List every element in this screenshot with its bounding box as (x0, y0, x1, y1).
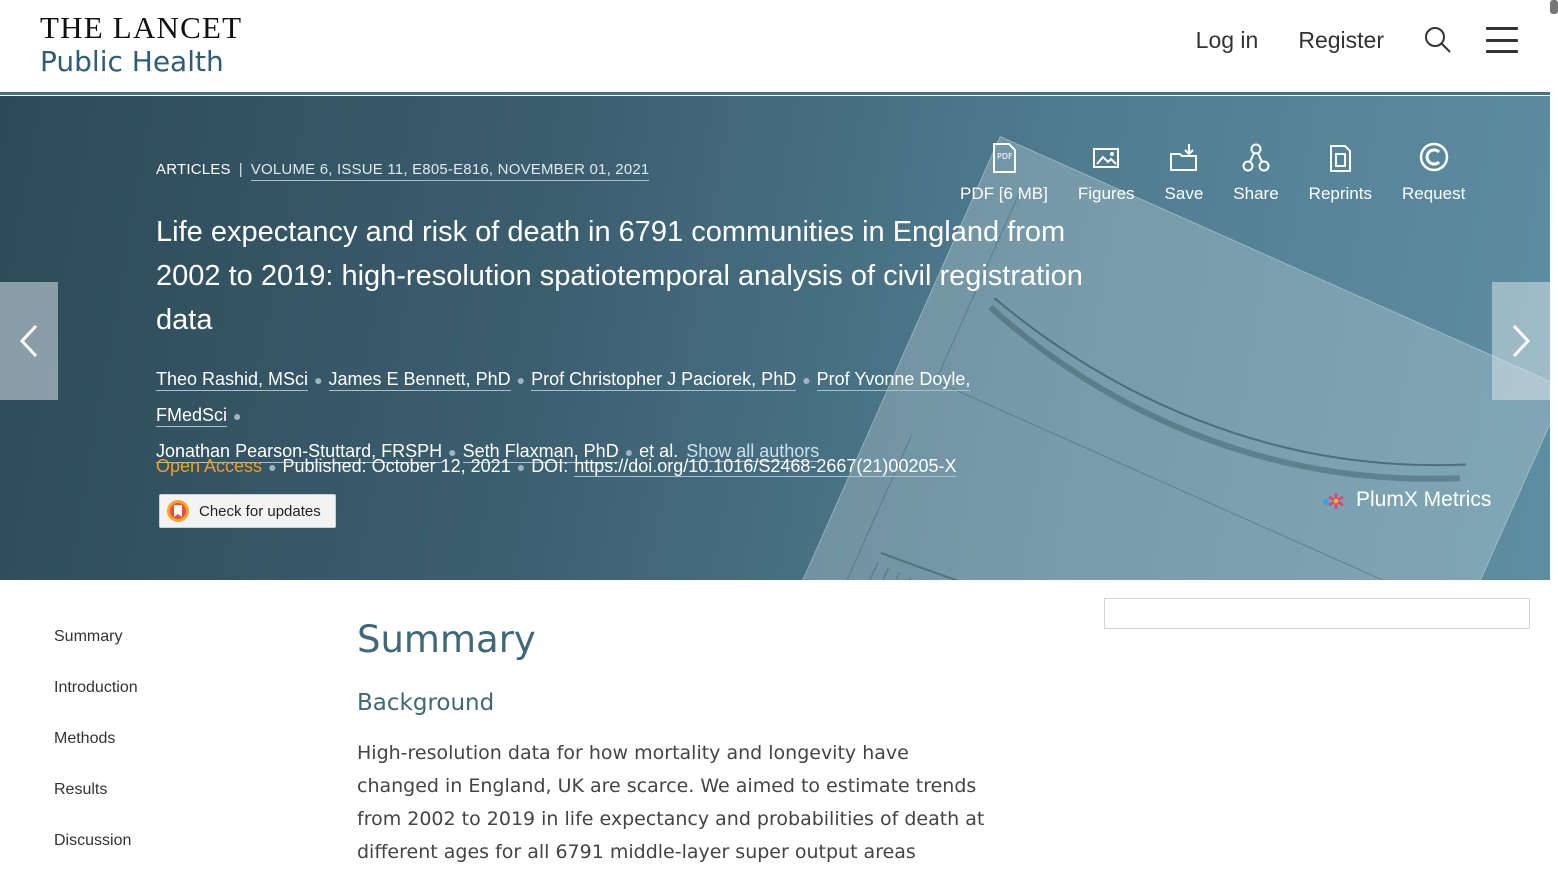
plumx-icon (1323, 493, 1344, 509)
chevron-right-icon (1512, 324, 1531, 358)
meta-separator: | (238, 161, 243, 178)
toc-item-discussion[interactable]: Discussion (54, 832, 138, 872)
publication-info: Open Access ● Published: October 12, 2021 ●… (156, 456, 957, 477)
author-separator: ● (802, 372, 811, 388)
check-for-updates-button[interactable]: Check for updates (159, 494, 336, 528)
reprints-button[interactable]: Reprints (1309, 142, 1372, 204)
toc-item-methods[interactable]: Methods (54, 730, 138, 781)
toc-item-summary[interactable]: Summary (54, 628, 138, 679)
header-nav: Log in Register (1196, 26, 1518, 54)
plumx-label: PlumX Metrics (1356, 488, 1492, 511)
author-separator: ● (516, 372, 526, 388)
svg-text:PDF: PDF (997, 152, 1013, 161)
author-link[interactable]: Prof Christopher J Paciorek, PhD (531, 369, 797, 391)
article-content: Summary Background High-resolution data … (357, 614, 997, 872)
save-button[interactable]: Save (1164, 142, 1204, 204)
search-icon[interactable] (1424, 26, 1452, 54)
section-nav: Summary Introduction Methods Results Dis… (54, 628, 138, 872)
header-divider (0, 92, 1550, 95)
author-link[interactable]: James E Bennett, PhD (328, 369, 511, 391)
toc-item-results[interactable]: Results (54, 781, 138, 832)
open-access-label[interactable]: Open Access (156, 456, 262, 476)
register-link[interactable]: Register (1298, 27, 1384, 54)
article-type: ARTICLES (156, 161, 231, 178)
article-tools: PDF PDF [6 MB] Figures Save Share Reprin… (960, 142, 1465, 204)
author-separator: ● (233, 408, 242, 424)
doi-link[interactable]: https://doi.org/10.1016/S2468-2667(21)00… (574, 456, 957, 477)
pdf-label: PDF [6 MB] (960, 184, 1048, 203)
article-title: Life expectancy and risk of death in 679… (156, 216, 1083, 336)
author-separator: ● (314, 372, 323, 388)
share-icon (1242, 143, 1270, 172)
image-icon (1093, 148, 1120, 168)
login-link[interactable]: Log in (1196, 27, 1259, 54)
copyright-icon (1419, 142, 1448, 172)
volume-link[interactable]: VOLUME 6, ISSUE 11, E805-E816, NOVEMBER … (250, 161, 650, 181)
pdf-button[interactable]: PDF PDF [6 MB] (960, 142, 1048, 204)
figures-button[interactable]: Figures (1078, 142, 1135, 204)
chevron-left-icon (19, 324, 38, 358)
logo-subtitle: Public Health (40, 45, 224, 78)
share-label: Share (1233, 184, 1279, 203)
author-link[interactable]: Theo Rashid, MSci (156, 369, 309, 391)
hamburger-menu-icon[interactable] (1486, 27, 1518, 53)
crossmark-icon (166, 499, 190, 523)
toc-item-introduction[interactable]: Introduction (54, 679, 138, 730)
sidebar-ad-slot (1104, 598, 1530, 629)
scrollbar-thumb[interactable] (1550, 0, 1558, 14)
logo-title: THE LANCET (40, 10, 243, 45)
pub-separator: ● (516, 459, 526, 475)
pub-separator: ● (268, 459, 277, 475)
background-paragraph: High-resolution data for how mortality a… (357, 742, 985, 863)
previous-article-button[interactable] (0, 282, 58, 400)
published-label: Published: (282, 456, 367, 476)
request-button[interactable]: Request (1402, 142, 1465, 204)
figures-label: Figures (1077, 184, 1135, 203)
site-header: THE LANCET Public Health Log in Register (0, 0, 1558, 96)
save-label: Save (1164, 184, 1204, 203)
share-button[interactable]: Share (1233, 142, 1279, 204)
section-heading: Summary (357, 618, 536, 661)
plumx-metrics-link[interactable]: PlumX Metrics (1322, 488, 1491, 512)
reprints-label: Reprints (1308, 184, 1372, 203)
author-list: Theo Rashid, MSci ● James E Bennett, PhD ● P… (156, 362, 1056, 470)
folder-save-icon (1169, 144, 1197, 171)
doi-label: DOI: (531, 456, 569, 476)
journal-logo[interactable]: THE LANCET Public Health (40, 12, 242, 79)
check-updates-label: Check for updates (199, 502, 321, 520)
reprints-icon (1330, 145, 1352, 172)
published-date: October 12, 2021 (371, 456, 511, 476)
article-hero: ARTICLES | VOLUME 6, ISSUE 11, E805-E816, … (0, 96, 1550, 580)
pdf-icon: PDF (992, 143, 1016, 173)
next-article-button[interactable] (1492, 282, 1550, 400)
request-label: Request (1401, 184, 1466, 203)
article-meta: ARTICLES | VOLUME 6, ISSUE 11, E805-E816, … (156, 161, 650, 181)
subsection-heading: Background (357, 690, 495, 716)
